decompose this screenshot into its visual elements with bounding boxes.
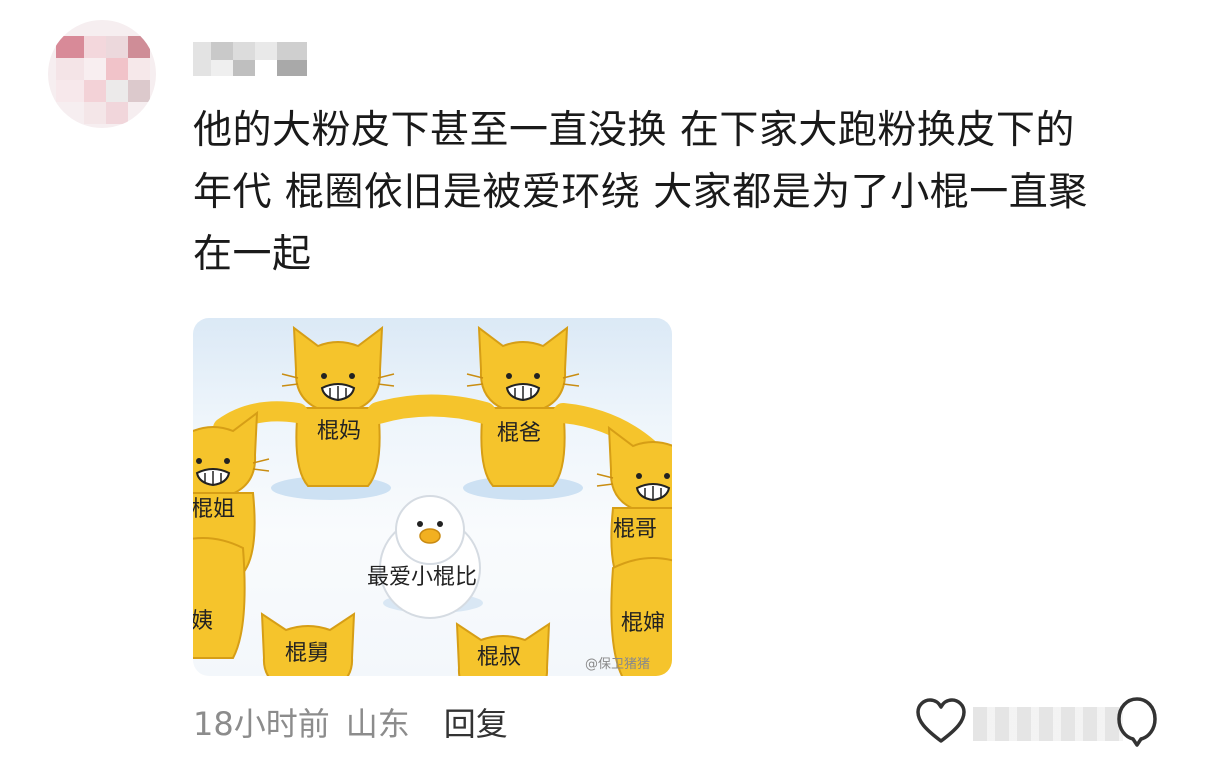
label-aunt-left: 姨	[193, 609, 213, 634]
comment-line: 在一起	[193, 232, 312, 277]
label-uncle-paternal: 棍叔	[477, 645, 521, 670]
label-dad: 棍爸	[497, 421, 541, 446]
comment-footer: 18小时前 山东 回复	[193, 700, 508, 744]
comment-image[interactable]: 棍妈 棍爸 棍姐 棍哥 最爱小棍比 姨 棍婶 棍舅 棍叔 @保卫猪猪	[193, 318, 672, 676]
cat-aunt-left	[193, 537, 246, 659]
watermark: @保卫猪猪	[585, 657, 650, 672]
comment-text: 他的大粉皮下甚至一直没换 在下家大跑粉换皮下的 年代 棍圈依旧是被爱环绕 大家都…	[193, 100, 1173, 286]
heart-icon[interactable]	[915, 697, 967, 745]
bird-center	[379, 495, 481, 619]
label-center: 最爱小棍比	[367, 565, 477, 590]
comment-location: 山东	[345, 705, 410, 743]
label-sister: 棍姐	[193, 497, 235, 522]
username-mosaic[interactable]	[193, 38, 311, 78]
comment-line: 年代 棍圈依旧是被爱环绕 大家都是为了小棍一直聚	[193, 170, 1088, 215]
comment-bubble-icon[interactable]	[1115, 695, 1159, 747]
comment-time: 18小时前	[193, 705, 330, 743]
comment-actions	[915, 695, 1185, 750]
reply-button[interactable]: 回复	[444, 699, 508, 745]
comment-line: 他的大粉皮下甚至一直没换 在下家大跑粉换皮下的	[193, 108, 1075, 153]
label-uncle-maternal: 棍舅	[285, 641, 329, 666]
label-aunt-right: 棍婶	[621, 611, 665, 636]
avatar[interactable]	[48, 20, 156, 128]
label-mom: 棍妈	[317, 419, 361, 444]
label-brother: 棍哥	[613, 517, 657, 542]
like-count-mosaic	[973, 707, 1123, 741]
